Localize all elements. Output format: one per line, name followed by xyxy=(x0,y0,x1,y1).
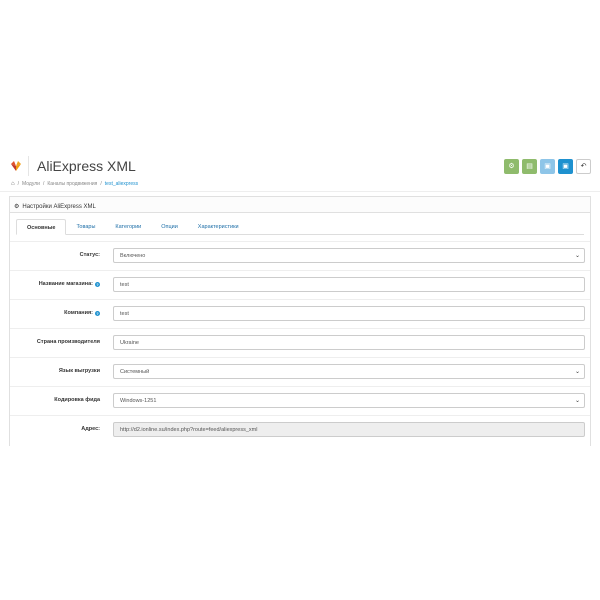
admin-screen: AliExpress XML ⚙ ▤ ▣ ▣ ↶ ⌂ / Модули / Ка… xyxy=(0,152,600,446)
language-select[interactable]: Системный ⌄ xyxy=(113,364,585,379)
floppy-icon: ▣ xyxy=(562,163,569,170)
logo-icon xyxy=(11,161,21,171)
form-row-status: Статус: Включено ⌄ xyxy=(10,241,590,270)
list-icon: ▤ xyxy=(526,163,533,170)
field-label: Адрес: xyxy=(81,426,100,432)
help-icon[interactable]: ? xyxy=(95,310,100,316)
breadcrumb-item[interactable]: Модули xyxy=(22,181,40,187)
page-title: AliExpress XML xyxy=(37,158,136,174)
field-value: Windows-1251 xyxy=(120,398,157,404)
chevron-down-icon: ⌄ xyxy=(574,398,580,404)
back-icon: ↶ xyxy=(580,163,587,170)
settings-icon: ⚙ xyxy=(508,163,515,170)
field-value: http://d2.ionline.su/index.php?route=fee… xyxy=(120,427,258,433)
status-select[interactable]: Включено ⌄ xyxy=(113,248,585,263)
field-label: Язык выгрузки xyxy=(59,368,100,374)
form-row-country: Страна производителя Ukraine xyxy=(10,328,590,357)
tab-bar: Основные Товары Категории Опции Характер… xyxy=(16,219,584,235)
form-row-store-name: Название магазина:? test xyxy=(10,270,590,299)
tab-categories[interactable]: Категории xyxy=(105,219,151,235)
country-input[interactable]: Ukraine xyxy=(113,335,585,350)
tab-general[interactable]: Основные xyxy=(16,219,67,235)
save-close-button[interactable]: ▣ xyxy=(558,159,573,174)
tab-products[interactable]: Товары xyxy=(66,219,105,235)
help-icon[interactable]: ? xyxy=(95,281,100,287)
field-label: Страна производителя xyxy=(37,339,100,345)
toolbar: ⚙ ▤ ▣ ▣ ↶ xyxy=(504,159,591,174)
panel-title: Настройки AliExpress XML xyxy=(22,203,96,210)
field-label-text: Статус: xyxy=(79,252,100,258)
list-button[interactable]: ▤ xyxy=(522,159,537,174)
save-button[interactable]: ▣ xyxy=(540,159,555,174)
field-value: Ukraine xyxy=(120,340,139,346)
home-icon[interactable]: ⌂ xyxy=(11,181,15,187)
field-label-text: Страна производителя xyxy=(36,339,100,345)
settings-panel: ⚙ Настройки AliExpress XML Основные Това… xyxy=(9,196,591,446)
field-label-text: Компания: xyxy=(64,310,93,316)
encoding-select[interactable]: Windows-1251 ⌄ xyxy=(113,393,585,408)
field-label-text: Адрес: xyxy=(81,426,100,432)
company-input[interactable]: test xyxy=(113,306,585,321)
form-row-address: Адрес: http://d2.ionline.su/index.php?rou… xyxy=(10,415,590,444)
chevron-down-icon: ⌄ xyxy=(574,253,580,259)
field-value: test xyxy=(120,282,129,288)
field-value: Включено xyxy=(120,253,146,259)
chevron-down-icon: ⌄ xyxy=(574,369,580,375)
field-label: Компания:? xyxy=(64,310,100,316)
store-name-input[interactable]: test xyxy=(113,277,585,292)
field-label: Название магазина:? xyxy=(39,281,100,287)
breadcrumb: ⌂ / Модули / Каналы продвижения / test_a… xyxy=(11,181,139,187)
gear-icon: ⚙ xyxy=(14,204,20,210)
field-label-text: Язык выгрузки xyxy=(58,368,100,374)
address-input: http://d2.ionline.su/index.php?route=fee… xyxy=(113,422,585,437)
form-row-encoding: Кодировка фида Windows-1251 ⌄ xyxy=(10,386,590,415)
breadcrumb-item[interactable]: test_aliexpress xyxy=(105,181,138,187)
field-label: Статус: xyxy=(80,252,100,258)
field-value: Системный xyxy=(120,369,150,375)
field-value: test xyxy=(120,311,129,317)
field-label-text: Название магазина: xyxy=(38,281,93,287)
field-label-text: Кодировка фида xyxy=(54,397,100,403)
page-header: AliExpress XML ⚙ ▤ ▣ ▣ ↶ ⌂ / Модули / Ка… xyxy=(0,152,600,192)
tab-options[interactable]: Опции xyxy=(151,219,188,235)
save-icon: ▣ xyxy=(544,163,551,170)
form-row-language: Язык выгрузки Системный ⌄ xyxy=(10,357,590,386)
settings-button[interactable]: ⚙ xyxy=(504,159,519,174)
form-row-company: Компания:? test xyxy=(10,299,590,328)
tab-attributes[interactable]: Характеристики xyxy=(188,219,249,235)
field-label: Кодировка фида xyxy=(54,397,100,403)
back-button[interactable]: ↶ xyxy=(576,159,591,174)
breadcrumb-item[interactable]: Каналы продвижения xyxy=(47,181,97,187)
panel-heading: ⚙ Настройки AliExpress XML xyxy=(10,197,590,213)
title-divider xyxy=(28,156,29,176)
